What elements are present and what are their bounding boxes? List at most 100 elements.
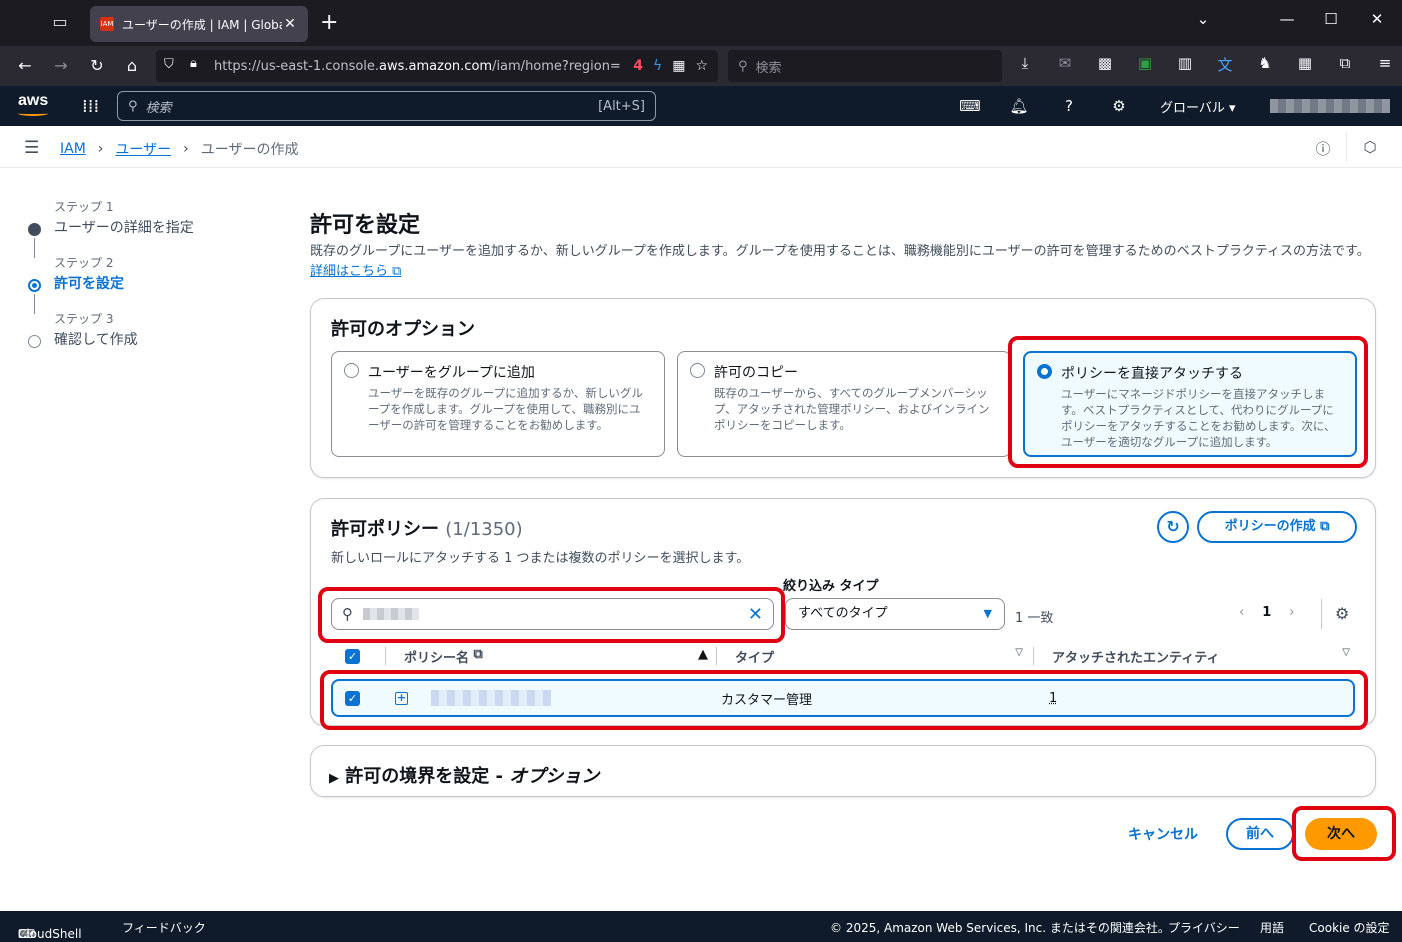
aws-search-input[interactable]: ⚲ 検索 [Alt+S] bbox=[117, 91, 656, 121]
radio-unselected-icon[interactable] bbox=[344, 363, 359, 378]
breadcrumb-iam[interactable]: IAM bbox=[60, 141, 86, 157]
prev-page-icon[interactable]: ‹ bbox=[1239, 605, 1244, 620]
account-menu-redacted[interactable] bbox=[1270, 99, 1390, 113]
reload-icon[interactable]: ↻ bbox=[84, 54, 110, 78]
help-icon[interactable]: ? bbox=[1056, 94, 1082, 118]
aws-logo[interactable]: aws bbox=[18, 92, 48, 110]
caret-right-icon: ▶ bbox=[329, 771, 339, 786]
page-title: 許可を設定 bbox=[310, 213, 421, 238]
option-attach-policies-directly[interactable]: ポリシーを直接アタッチする ユーザーにマネージドポリシーを直接アタッチします。ベ… bbox=[1023, 351, 1357, 457]
column-type[interactable]: タイプ ▽ bbox=[717, 647, 1023, 666]
url-text[interactable]: https://us-east-1.console.aws.amazon.com… bbox=[214, 59, 633, 74]
mail-icon[interactable]: ✉ bbox=[1052, 54, 1078, 75]
learn-more-link[interactable]: 詳細はこちら ⧉ bbox=[310, 264, 401, 279]
expand-plus-icon[interactable]: + bbox=[395, 691, 408, 705]
table-preferences-gear-icon[interactable]: ⚙ bbox=[1335, 604, 1349, 623]
permission-boundary-toggle[interactable]: ▶ 許可の境界を設定 - オプション bbox=[329, 762, 599, 788]
policies-count: (1/1350) bbox=[445, 519, 523, 540]
previous-button[interactable]: 前へ bbox=[1226, 818, 1294, 850]
policy-search-input[interactable]: ⚲ ✕ bbox=[331, 598, 774, 630]
tab-list-icon[interactable]: ▭ bbox=[48, 12, 72, 34]
url-bar[interactable]: ⛉ 🔒︎ https://us-east-1.console.aws.amazo… bbox=[156, 50, 718, 82]
radio-selected-icon[interactable] bbox=[1037, 364, 1052, 379]
browser-tab-active[interactable]: IAM ユーザーの作成 | IAM | Global ✕ bbox=[90, 6, 308, 42]
nav-menu-icon[interactable]: ☰ bbox=[24, 138, 39, 158]
filter-type-select[interactable]: すべてのタイプ ▼ bbox=[785, 598, 1005, 630]
clear-search-icon[interactable]: ✕ bbox=[748, 604, 763, 625]
cloudshell-icon[interactable]: ⌨ bbox=[957, 94, 983, 118]
lock-icon[interactable]: 🔒︎ bbox=[190, 56, 197, 71]
back-icon[interactable]: ← bbox=[12, 54, 38, 78]
next-page-icon[interactable]: › bbox=[1289, 605, 1294, 620]
extension-figure-icon[interactable]: ♞ bbox=[1252, 54, 1278, 75]
translate-icon[interactable]: 文 bbox=[1212, 54, 1238, 75]
hexagon-icon[interactable]: ⬡ bbox=[1360, 138, 1380, 156]
maximize-icon[interactable]: ☐ bbox=[1316, 10, 1346, 28]
home-icon[interactable]: ⌂ bbox=[119, 54, 145, 78]
select-all-checkbox[interactable]: ✓ bbox=[345, 648, 360, 664]
extension-stripes-icon[interactable]: ▩ bbox=[1092, 54, 1118, 75]
new-tab-icon[interactable]: + bbox=[320, 10, 338, 35]
option-copy-permissions[interactable]: 許可のコピー 既存のユーザーから、すべてのグループメンバーシップ、アタッチされた… bbox=[677, 351, 1011, 457]
refresh-button[interactable]: ↻ bbox=[1157, 511, 1189, 543]
menu-icon[interactable]: ≡ bbox=[1372, 54, 1398, 75]
option-add-to-group[interactable]: ユーザーをグループに追加 ユーザーを既存のグループに追加するか、新しいグループを… bbox=[331, 351, 665, 457]
policy-name-cell[interactable] bbox=[431, 690, 721, 706]
cancel-button[interactable]: キャンセル bbox=[1128, 824, 1198, 844]
privacy-link[interactable]: プライバシー bbox=[1168, 919, 1240, 936]
row-select-cell: ✓ bbox=[333, 690, 373, 706]
wizard-step-1[interactable]: ステップ 1 ユーザーの詳細を指定 bbox=[24, 198, 274, 258]
tab-overflow-icon[interactable]: ⌄ bbox=[1188, 10, 1218, 28]
extensions-icon[interactable]: ⧉ bbox=[1332, 54, 1358, 75]
option-title: ポリシーを直接アタッチする bbox=[1061, 366, 1243, 382]
divider bbox=[1346, 132, 1347, 162]
info-icon[interactable]: ⓘ bbox=[1313, 138, 1333, 159]
notification-bell-icon[interactable]: 🔔︎ bbox=[1006, 94, 1032, 118]
create-policy-button[interactable]: ポリシーの作成 ⧉ bbox=[1197, 511, 1357, 543]
step-done-icon bbox=[28, 223, 41, 236]
bookmark-star-icon[interactable]: ☆ bbox=[695, 58, 708, 74]
minimize-icon[interactable]: — bbox=[1272, 10, 1302, 28]
attached-entities-cell[interactable]: 1 bbox=[1049, 691, 1249, 706]
services-grid-icon[interactable]: ⁞⁞⁞ bbox=[82, 96, 99, 117]
search-icon: ⚲ bbox=[128, 98, 138, 114]
browser-search-bar[interactable]: ⚲ 検索 bbox=[728, 50, 1002, 82]
shield-icon[interactable]: ⛉ bbox=[164, 57, 174, 72]
column-attached-entities[interactable]: アタッチされたエンティティ ▽ bbox=[1034, 647, 1350, 666]
next-button[interactable]: 次へ bbox=[1305, 818, 1377, 850]
permission-boundary-section[interactable]: ▶ 許可の境界を設定 - オプション bbox=[310, 745, 1376, 797]
policy-name-redacted[interactable] bbox=[431, 690, 551, 706]
extension-green-icon[interactable]: ▣ bbox=[1132, 54, 1158, 75]
extension-badge-icon[interactable]: 4 bbox=[633, 58, 643, 74]
close-window-icon[interactable]: ✕ bbox=[1362, 10, 1392, 28]
qr-icon[interactable]: ▦ bbox=[672, 58, 685, 74]
clipboard-icon[interactable]: ▥ bbox=[1172, 54, 1198, 75]
settings-gear-icon[interactable]: ⚙ bbox=[1106, 94, 1132, 118]
region-selector[interactable]: グローバル ▾ bbox=[1160, 97, 1236, 116]
current-page[interactable]: 1 bbox=[1262, 605, 1271, 620]
column-policy-name[interactable]: ポリシー名 ⧉ ▲ bbox=[386, 647, 708, 666]
table-row[interactable]: ✓ + カスタマー管理 1 bbox=[331, 679, 1355, 717]
page-description: 既存のグループにユーザーを追加するか、新しいグループを作成します。グループを使用… bbox=[310, 242, 1380, 282]
permission-options-title: 許可のオプション bbox=[331, 319, 475, 340]
wizard-step-2[interactable]: ステップ 2 許可を設定 bbox=[24, 254, 274, 314]
cookie-settings-link[interactable]: Cookie の設定 bbox=[1309, 919, 1390, 936]
radio-unselected-icon[interactable] bbox=[690, 363, 705, 378]
feedback-link[interactable]: フィードバック bbox=[122, 919, 206, 936]
browser-search-placeholder: 検索 bbox=[755, 60, 782, 76]
breadcrumb: IAM › ユーザー › ユーザーの作成 bbox=[60, 139, 298, 159]
permission-policies-card: 許可ポリシー (1/1350) ↻ ポリシーの作成 ⧉ 新しいロールにアタッチす… bbox=[310, 498, 1376, 726]
download-icon[interactable]: ⤓ bbox=[1012, 54, 1038, 75]
breadcrumb-users[interactable]: ユーザー bbox=[115, 139, 171, 159]
apps-icon[interactable]: ▦ bbox=[1292, 54, 1318, 75]
option-description: 既存のユーザーから、すべてのグループメンバーシップ、アタッチされた管理ポリシー、… bbox=[714, 386, 990, 432]
close-tab-icon[interactable]: ✕ bbox=[282, 16, 298, 32]
option-title: 許可のコピー bbox=[714, 365, 798, 381]
forward-icon[interactable]: → bbox=[48, 54, 74, 78]
terms-link[interactable]: 用語 bbox=[1260, 919, 1284, 936]
step-number: ステップ 1 bbox=[54, 200, 114, 214]
row-checkbox[interactable]: ✓ bbox=[345, 690, 360, 706]
external-link-icon: ⧉ bbox=[473, 646, 483, 662]
bolt-icon[interactable]: ϟ bbox=[653, 58, 662, 74]
aws-search-placeholder: 検索 bbox=[145, 100, 172, 116]
